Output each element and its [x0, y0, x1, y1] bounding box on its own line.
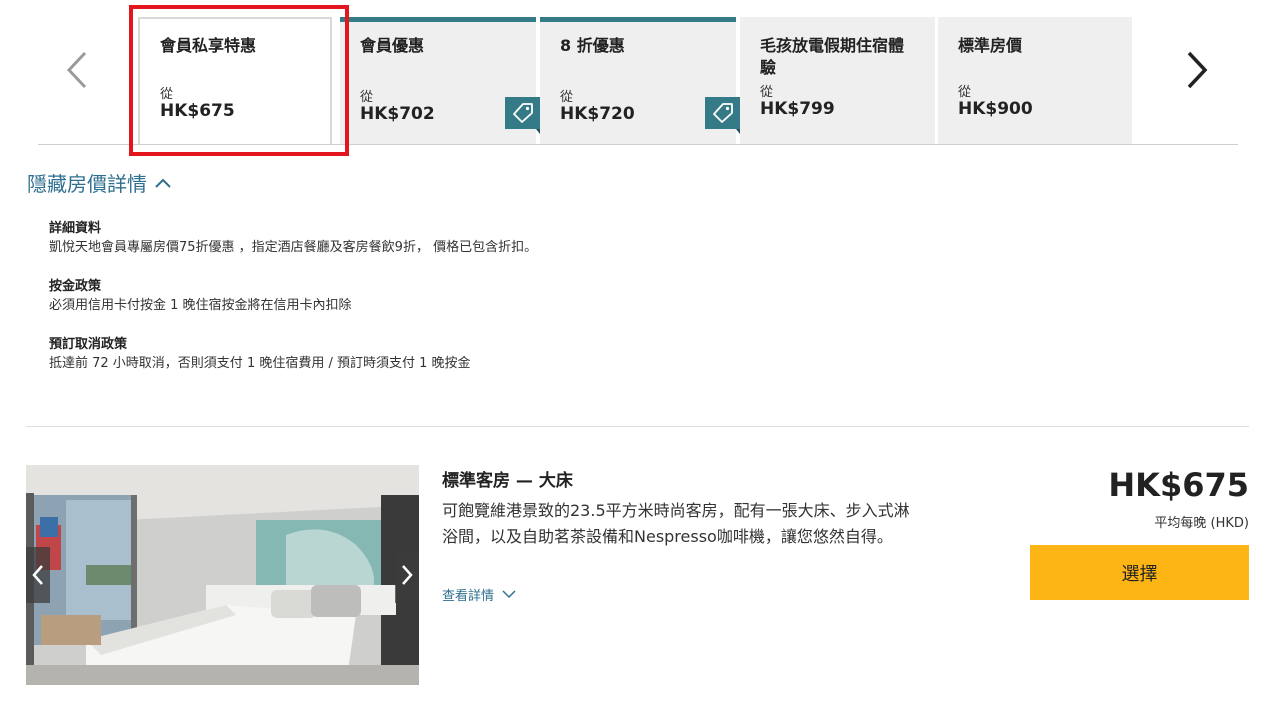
detail-section-info: 詳細資料 凱悅天地會員專屬房價75折優惠 ，指定酒店餐廳及客房餐飲9折， 價格已… — [49, 220, 949, 258]
rate-tab-name: 會員優惠 — [360, 36, 425, 55]
toggle-label: 隱藏房價詳情 — [27, 172, 147, 196]
rate-tab-member-offer[interactable]: 會員優惠 從 HK$702 — [340, 17, 540, 144]
rate-tab-name: 會員私享特惠 — [160, 36, 257, 55]
chevron-right-icon — [402, 565, 413, 585]
detail-text: 抵達前 72 小時取消，否則須支付 1 晚住宿費用 / 預訂時須支付 1 晚按金 — [49, 356, 471, 371]
price-caption: 平均每晚 (HKD) — [1154, 516, 1249, 531]
rate-details: 詳細資料 凱悅天地會員專屬房價75折優惠 ，指定酒店餐廳及客房餐飲9折， 價格已… — [49, 220, 949, 394]
detail-text: 必須用信用卡付按金 1 晚住宿按金將在信用卡內扣除 — [49, 298, 352, 313]
rate-tab-from: 從 — [560, 90, 574, 105]
rate-carousel: 會員私享特惠 從 HK$675 會員優惠 從 HK$702 8 折優惠 從 HK… — [38, 0, 1238, 145]
rate-tab-from: 從 — [360, 90, 374, 105]
rate-tab-name: 8 折優惠 — [560, 36, 625, 55]
rate-tab-20-off[interactable]: 8 折優惠 從 HK$720 — [540, 17, 740, 144]
detail-text: 凱悅天地會員專屬房價75折優惠 ，指定酒店餐廳及客房餐飲9折， 價格已包含折扣。 — [49, 240, 538, 255]
carousel-prev-button[interactable] — [62, 50, 92, 90]
rate-tab-from: 從 — [760, 85, 774, 100]
rate-tab-price: HK$702 — [360, 104, 435, 124]
rate-tab-from: 從 — [958, 85, 972, 100]
rate-tab-from: 從 — [160, 87, 174, 102]
chevron-left-icon — [66, 51, 87, 89]
select-room-button[interactable]: 選擇 — [1030, 545, 1249, 600]
rate-tab-member-exclusive[interactable]: 會員私享特惠 從 HK$675 — [138, 17, 332, 144]
room-price: HK$675 — [1108, 466, 1249, 504]
room-description: 可飽覽維港景致的23.5平方米時尚客房，配有一張大床、步入式淋浴間，以及自助茗茶… — [442, 501, 910, 546]
view-details-link[interactable]: 查看詳情 — [442, 585, 516, 604]
detail-title: 按金政策 — [49, 279, 102, 294]
room-image — [26, 465, 419, 685]
detail-section-deposit: 按金政策 必須用信用卡付按金 1 晚住宿按金將在信用卡內扣除 — [49, 278, 949, 316]
price-tag-icon — [505, 97, 540, 134]
chevron-right-icon — [1187, 51, 1208, 89]
carousel-next-button[interactable] — [1182, 50, 1212, 90]
rate-tab-name: 毛孩放電假期住宿體驗 — [760, 36, 905, 77]
section-divider — [26, 426, 1249, 427]
rate-tab-price: HK$900 — [958, 99, 1033, 119]
photo-next-button[interactable] — [395, 547, 419, 603]
rate-tab-price: HK$799 — [760, 99, 835, 119]
view-details-label: 查看詳情 — [442, 589, 495, 604]
rate-tab-standard[interactable]: 標準房價 從 HK$900 — [938, 17, 1132, 144]
detail-title: 預訂取消政策 — [49, 337, 128, 352]
chevron-up-icon — [155, 178, 171, 188]
detail-title: 詳細資料 — [49, 221, 102, 236]
photo-prev-button[interactable] — [26, 547, 50, 603]
rate-tab-price: HK$675 — [160, 101, 235, 121]
rate-tab-price: HK$720 — [560, 104, 635, 124]
chevron-down-icon — [502, 590, 516, 599]
room-photo — [26, 465, 419, 685]
room-title: 標準客房 — 大床 — [442, 471, 573, 491]
rate-tab-pet-stay[interactable]: 毛孩放電假期住宿體驗 從 HK$799 — [740, 17, 935, 144]
hide-rate-details-toggle[interactable]: 隱藏房價詳情 — [27, 168, 171, 197]
price-tag-icon — [705, 97, 740, 134]
rate-tab-name: 標準房價 — [958, 36, 1023, 55]
chevron-left-icon — [32, 565, 43, 585]
detail-section-cancellation: 預訂取消政策 抵達前 72 小時取消，否則須支付 1 晚住宿費用 / 預訂時須支… — [49, 336, 949, 374]
